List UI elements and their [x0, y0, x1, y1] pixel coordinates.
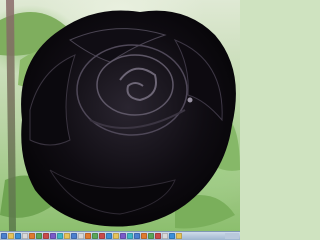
taskbar-button-app-icon[interactable]: [64, 233, 70, 239]
wallpaper-photo: [0, 0, 240, 231]
desktop: [0, 0, 240, 231]
taskbar-button-app-icon[interactable]: [71, 233, 77, 239]
taskbar-button-app-icon[interactable]: [127, 233, 133, 239]
taskbar-button-browser-icon[interactable]: [15, 233, 21, 239]
taskbar-button-app-icon[interactable]: [162, 233, 168, 239]
taskbar-button-folder-icon[interactable]: [8, 233, 14, 239]
taskbar-button-app-icon[interactable]: [134, 233, 140, 239]
taskbar-button-app-icon[interactable]: [113, 233, 119, 239]
start-button[interactable]: [1, 233, 7, 239]
taskbar-button-app-icon[interactable]: [57, 233, 63, 239]
taskbar-button-app-icon[interactable]: [148, 233, 154, 239]
taskbar-button-app-icon[interactable]: [155, 233, 161, 239]
rose-dew-drop: [187, 97, 193, 103]
taskbar-button-app-icon[interactable]: [169, 233, 175, 239]
taskbar-button-app-icon[interactable]: [92, 233, 98, 239]
taskbar-button-mail-icon[interactable]: [22, 233, 28, 239]
taskbar-button-media-icon[interactable]: [29, 233, 35, 239]
taskbar: [0, 231, 240, 240]
taskbar-button-app-icon[interactable]: [85, 233, 91, 239]
taskbar-button-app-icon[interactable]: [99, 233, 105, 239]
taskbar-button-app-icon[interactable]: [36, 233, 42, 239]
taskbar-button-app-icon[interactable]: [141, 233, 147, 239]
taskbar-button-app-icon[interactable]: [50, 233, 56, 239]
taskbar-button-app-icon[interactable]: [43, 233, 49, 239]
taskbar-button-app-icon[interactable]: [120, 233, 126, 239]
taskbar-button-app-icon[interactable]: [106, 233, 112, 239]
taskbar-button-app-icon[interactable]: [176, 233, 182, 239]
rose: [21, 10, 236, 227]
taskbar-button-app-icon[interactable]: [78, 233, 84, 239]
system-tray[interactable]: [225, 233, 239, 239]
